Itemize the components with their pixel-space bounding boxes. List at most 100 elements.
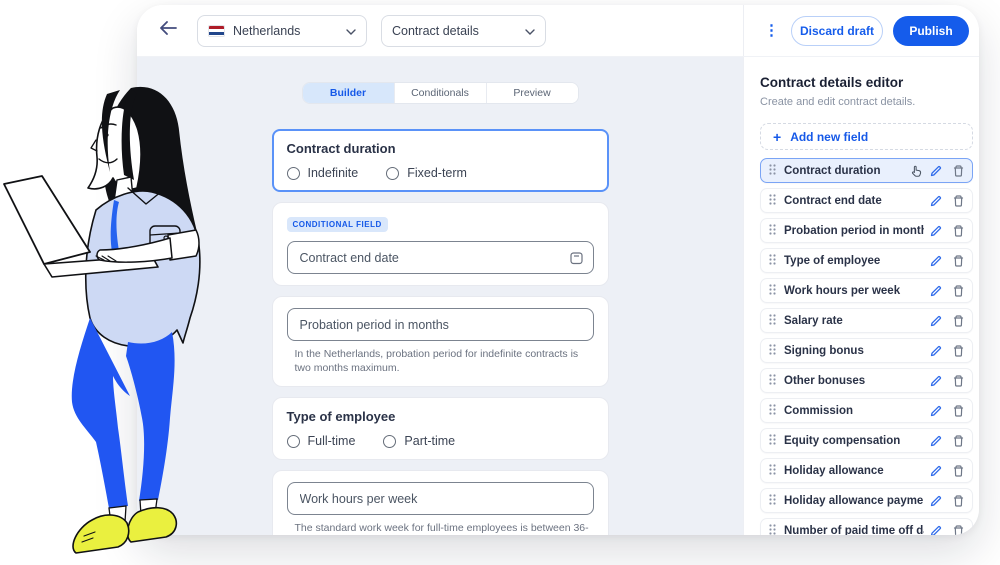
delete-field-button[interactable]: [953, 405, 964, 417]
drag-handle-icon[interactable]: [769, 492, 776, 510]
field-row[interactable]: Signing bonus: [760, 338, 973, 363]
field-row-label: Contract duration: [784, 165, 908, 177]
discard-draft-button[interactable]: Discard draft: [791, 16, 883, 46]
delete-field-button[interactable]: [953, 435, 964, 447]
delete-field-button[interactable]: [953, 525, 964, 536]
card-contract-duration[interactable]: Contract duration Indefinite Fixed-term: [272, 129, 609, 192]
field-row[interactable]: Probation period in months: [760, 218, 973, 243]
country-select-value: Netherlands: [233, 24, 300, 38]
delete-field-button[interactable]: [953, 195, 964, 207]
edit-field-button[interactable]: [930, 465, 942, 477]
plus-icon: +: [773, 130, 781, 144]
drag-handle-icon[interactable]: [769, 462, 776, 480]
edit-field-button[interactable]: [930, 345, 942, 357]
publish-button[interactable]: Publish: [893, 16, 969, 46]
window-body: Builder Conditionals Preview Contract du…: [137, 57, 979, 535]
radio-icon: [383, 435, 396, 448]
field-row[interactable]: Commission: [760, 398, 973, 423]
radio-indefinite[interactable]: Indefinite: [287, 166, 359, 180]
contract-details-sidebar: Contract details editor Create and edit …: [743, 57, 979, 535]
delete-field-button[interactable]: [953, 345, 964, 357]
radio-full-time[interactable]: Full-time: [287, 434, 356, 448]
delete-field-button[interactable]: [953, 465, 964, 477]
radio-label: Part-time: [404, 434, 455, 448]
sidebar-subtitle: Create and edit contract details.: [760, 96, 973, 108]
drag-handle-icon[interactable]: [769, 342, 776, 360]
calendar-icon: [569, 250, 584, 265]
field-row[interactable]: Contract end date: [760, 188, 973, 213]
drag-handle-icon[interactable]: [769, 282, 776, 300]
netherlands-flag-icon: [208, 25, 225, 37]
probation-helper-text: In the Netherlands, probation period for…: [295, 347, 592, 375]
drag-handle-icon[interactable]: [769, 252, 776, 270]
radio-fixed-term[interactable]: Fixed-term: [386, 166, 467, 180]
tab-conditionals[interactable]: Conditionals: [395, 83, 487, 103]
page: Netherlands Contract details ⋮ Discard d…: [0, 0, 1000, 565]
edit-field-button[interactable]: [930, 195, 942, 207]
drag-handle-icon[interactable]: [769, 522, 776, 536]
drag-handle-icon[interactable]: [769, 222, 776, 240]
drag-handle-icon[interactable]: [769, 432, 776, 450]
edit-field-button[interactable]: [930, 495, 942, 507]
template-select-value: Contract details: [392, 24, 479, 38]
edit-field-button[interactable]: [930, 165, 942, 177]
field-row[interactable]: Number of paid time off days: [760, 518, 973, 535]
delete-field-button[interactable]: [953, 285, 964, 297]
chevron-down-icon: [346, 24, 356, 38]
field-row-label: Equity compensation: [784, 435, 924, 447]
drag-handle-icon[interactable]: [769, 162, 776, 180]
app-window: Netherlands Contract details ⋮ Discard d…: [137, 5, 979, 535]
more-options-button[interactable]: ⋮: [762, 19, 781, 42]
card-type-of-employee[interactable]: Type of employee Full-time Part-time: [272, 397, 609, 460]
country-select[interactable]: Netherlands: [197, 15, 367, 47]
field-row[interactable]: Holiday allowance payment fre...: [760, 488, 973, 513]
drag-handle-icon[interactable]: [769, 372, 776, 390]
radio-part-time[interactable]: Part-time: [383, 434, 455, 448]
delete-field-button[interactable]: [953, 375, 964, 387]
radio-label: Indefinite: [308, 166, 359, 180]
arrow-left-icon: [159, 21, 177, 40]
edit-field-button[interactable]: [930, 225, 942, 237]
card-probation-period[interactable]: In the Netherlands, probation period for…: [272, 296, 609, 387]
field-row[interactable]: Other bonuses: [760, 368, 973, 393]
work-hours-input[interactable]: [287, 482, 594, 515]
field-label: Type of employee: [287, 409, 594, 424]
delete-field-button[interactable]: [953, 225, 964, 237]
edit-field-button[interactable]: [930, 525, 942, 536]
field-row[interactable]: Work hours per week: [760, 278, 973, 303]
drag-handle-icon[interactable]: [769, 312, 776, 330]
drag-handle-icon[interactable]: [769, 402, 776, 420]
field-row[interactable]: Equity compensation: [760, 428, 973, 453]
field-row[interactable]: Salary rate: [760, 308, 973, 333]
delete-field-button[interactable]: [953, 315, 964, 327]
edit-field-button[interactable]: [930, 285, 942, 297]
delete-field-button[interactable]: [953, 255, 964, 267]
field-row[interactable]: Holiday allowance: [760, 458, 973, 483]
edit-field-button[interactable]: [930, 315, 942, 327]
contract-end-date-input[interactable]: [287, 241, 594, 274]
template-select[interactable]: Contract details: [381, 15, 546, 47]
field-row-label: Work hours per week: [784, 285, 924, 297]
edit-field-button[interactable]: [930, 255, 942, 267]
card-work-hours[interactable]: The standard work week for full-time emp…: [272, 470, 609, 535]
builder-canvas: Builder Conditionals Preview Contract du…: [137, 57, 743, 535]
radio-icon: [287, 167, 300, 180]
field-row-label: Type of employee: [784, 255, 924, 267]
drag-handle-icon[interactable]: [769, 192, 776, 210]
edit-field-button[interactable]: [930, 405, 942, 417]
field-row-label: Probation period in months: [784, 225, 924, 237]
tab-preview[interactable]: Preview: [487, 83, 578, 103]
tab-builder[interactable]: Builder: [303, 83, 395, 103]
add-new-field-button[interactable]: + Add new field: [760, 123, 973, 150]
radio-icon: [386, 167, 399, 180]
delete-field-button[interactable]: [953, 495, 964, 507]
field-row[interactable]: Type of employee: [760, 248, 973, 273]
back-button[interactable]: [153, 16, 183, 46]
card-contract-end-date[interactable]: CONDITIONAL FIELD: [272, 202, 609, 286]
edit-field-button[interactable]: [930, 375, 942, 387]
field-row[interactable]: Contract duration: [760, 158, 973, 183]
delete-field-button[interactable]: [953, 165, 964, 177]
edit-field-button[interactable]: [930, 435, 942, 447]
probation-period-input[interactable]: [287, 308, 594, 341]
hand-cursor-icon: [910, 164, 924, 178]
